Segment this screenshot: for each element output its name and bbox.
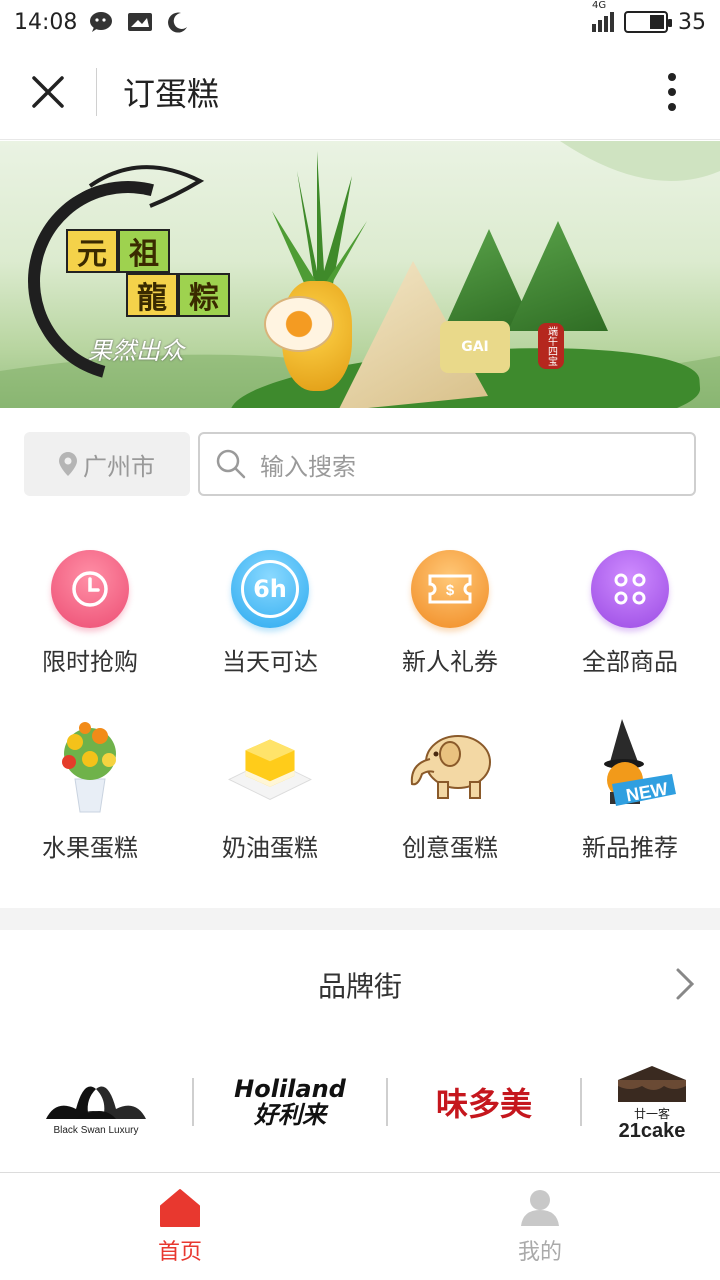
holiland-cn: 好利来: [254, 1101, 326, 1129]
banner-slogan: 果然出众: [88, 337, 184, 365]
elephant-cake-icon: [400, 714, 500, 814]
clock-icon: [51, 550, 129, 628]
city-selector[interactable]: 广州市: [24, 432, 190, 496]
holiland-en: Holiland: [234, 1074, 346, 1103]
21cake-cn: 廿一客: [633, 1107, 670, 1121]
brand-black-swan[interactable]: Black Swan Luxury: [0, 1052, 192, 1152]
brand-holiland[interactable]: Holiland 好利来: [194, 1052, 386, 1152]
black-swan-text: Black Swan Luxury: [53, 1124, 139, 1136]
moon-icon: [165, 11, 191, 33]
brand-char-3: 龍: [126, 273, 178, 317]
brand-21cake[interactable]: 廿一客 21cake: [582, 1052, 720, 1152]
status-bar: 14:08 4G 35: [0, 0, 720, 44]
location-pin-icon: [59, 452, 77, 476]
bottom-tab-bar: 首页 我的: [0, 1172, 720, 1280]
category-cream-cake[interactable]: 奶油蛋糕: [180, 714, 360, 864]
search-icon: [216, 449, 246, 479]
status-time: 14:08: [14, 9, 78, 35]
category-same-day[interactable]: 6h 当天可达: [180, 536, 360, 686]
wedome-logo-text: 味多美: [435, 1085, 532, 1123]
brand-wedome[interactable]: 味多美: [388, 1052, 580, 1152]
salted-egg: [264, 296, 334, 352]
section-separator: [0, 908, 720, 930]
21cake-logo: [618, 1066, 686, 1102]
home-icon: [160, 1188, 200, 1227]
close-button[interactable]: [0, 44, 96, 140]
mooncake: GAI: [440, 321, 510, 373]
cream-cake-icon: [220, 714, 320, 814]
category-label: 全部商品: [582, 648, 678, 676]
grid-dots-icon: [591, 550, 669, 628]
category-label: 限时抢购: [42, 648, 138, 676]
battery-icon: [624, 11, 672, 33]
promo-banner[interactable]: 元 祖 龍 粽 果然出众 GAI 端午四宝: [0, 141, 720, 408]
svg-text:$: $: [446, 582, 455, 599]
title-bar: 订蛋糕: [0, 44, 720, 140]
brand-char-4: 粽: [178, 273, 230, 317]
more-vertical-icon: [668, 72, 676, 111]
tab-mine[interactable]: 我的: [360, 1173, 720, 1280]
6h-icon: 6h: [231, 550, 309, 628]
tab-home-label: 首页: [157, 1239, 202, 1265]
category-label: 新品推荐: [582, 834, 678, 862]
page-title: 订蛋糕: [123, 74, 220, 113]
signal-icon: 4G: [592, 0, 614, 32]
tab-mine-label: 我的: [517, 1239, 562, 1265]
category-label: 当天可达: [222, 648, 318, 676]
category-label: 水果蛋糕: [42, 834, 138, 862]
search-input[interactable]: 输入搜索: [198, 432, 696, 496]
category-new-products[interactable]: NEW 新品推荐: [540, 714, 720, 864]
city-name: 广州市: [83, 452, 155, 481]
category-creative-cake[interactable]: 创意蛋糕: [360, 714, 540, 864]
category-grid: 限时抢购 6h 当天可达 $ 新人礼券 全部商品 水果蛋糕 奶油蛋糕 创意蛋糕 …: [0, 536, 720, 906]
location-search-row: 广州市 输入搜索: [24, 432, 696, 496]
new-product-icon: NEW: [580, 714, 680, 814]
title-divider: [96, 67, 97, 116]
21cake-en: 21cake: [618, 1120, 686, 1142]
close-icon: [32, 75, 64, 108]
brand-street-header[interactable]: 品牌街: [0, 930, 720, 1040]
search-placeholder: 输入搜索: [260, 452, 356, 481]
category-label: 奶油蛋糕: [222, 834, 318, 862]
category-new-user-coupon[interactable]: $ 新人礼券: [360, 536, 540, 686]
more-button[interactable]: [624, 44, 720, 140]
battery-level: 35: [678, 9, 706, 35]
pineapple-leaves: [272, 151, 367, 301]
brand-street-title: 品牌街: [317, 970, 402, 1003]
banner-seal: 端午四宝: [538, 323, 564, 369]
category-all-products[interactable]: 全部商品: [540, 536, 720, 686]
brand-char-2: 祖: [118, 229, 170, 273]
6h-badge: 6h: [241, 560, 299, 618]
brand-list: Black Swan Luxury Holiland 好利来 味多美 廿一客 2…: [0, 1040, 720, 1164]
wechat-icon: [89, 11, 115, 33]
category-label: 新人礼券: [402, 648, 498, 676]
category-label: 创意蛋糕: [402, 834, 498, 862]
fruit-cake-icon: [40, 714, 140, 814]
tab-home[interactable]: 首页: [0, 1173, 360, 1280]
black-swan-logo: [46, 1086, 146, 1119]
brand-char-1: 元: [66, 229, 118, 273]
category-fruit-cake[interactable]: 水果蛋糕: [0, 714, 180, 864]
network-type: 4G: [592, 0, 607, 11]
mail-icon: [127, 11, 153, 33]
user-icon: [521, 1189, 559, 1226]
coupon-icon: $: [411, 550, 489, 628]
category-flash-sale[interactable]: 限时抢购: [0, 536, 180, 686]
chevron-right-icon: [676, 968, 695, 1000]
